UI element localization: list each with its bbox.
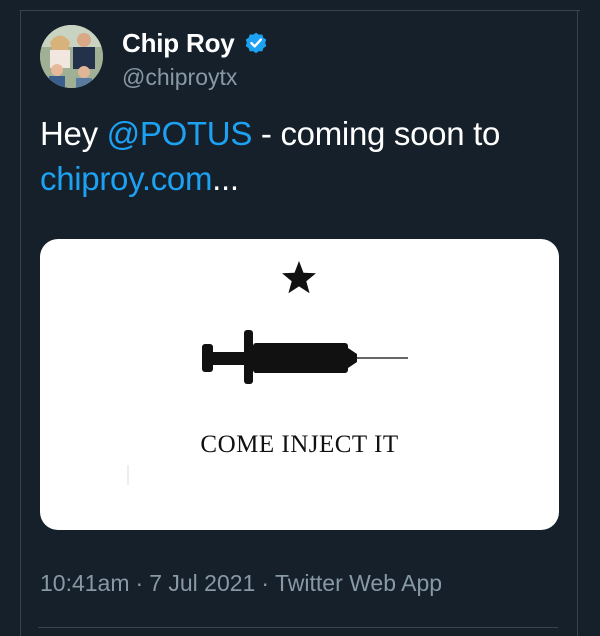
tweet-date[interactable]: 7 Jul 2021 <box>149 570 255 597</box>
divider-top <box>20 10 580 11</box>
verified-badge-icon <box>245 32 266 53</box>
display-name[interactable]: Chip Roy <box>122 28 235 59</box>
author-name-row: Chip Roy <box>122 28 269 59</box>
tweet-text-prefix: Hey <box>40 115 107 152</box>
tweet-frame: Chip Roy @chiproytx Hey @POTUS - coming … <box>0 0 600 636</box>
tweet-time[interactable]: 10:41am <box>40 570 130 597</box>
website-link[interactable]: chiproy.com <box>40 160 212 197</box>
tweet-image[interactable]: COME INJECT IT <box>40 239 559 530</box>
tweet-text-suffix: ... <box>212 160 239 197</box>
mention-link[interactable]: @POTUS <box>107 115 253 152</box>
divider-left <box>20 10 21 636</box>
divider-bottom <box>38 627 558 628</box>
tweet-metadata: 10:41am · 7 Jul 2021 · Twitter Web App <box>40 570 442 597</box>
tweet-text-middle: - coming soon to <box>252 115 501 152</box>
meta-separator-2: · <box>261 570 269 596</box>
image-caption: COME INJECT IT <box>200 431 399 458</box>
divider-right <box>577 10 578 636</box>
tweet-text: Hey @POTUS - coming soon to chiproy.com..… <box>40 111 560 201</box>
tweet-source[interactable]: Twitter Web App <box>275 570 442 597</box>
meta-separator: · <box>135 570 144 596</box>
avatar[interactable] <box>40 25 103 88</box>
syringe-icon <box>202 330 408 384</box>
handle[interactable]: @chiproytx <box>122 64 237 91</box>
star-icon <box>282 261 316 294</box>
